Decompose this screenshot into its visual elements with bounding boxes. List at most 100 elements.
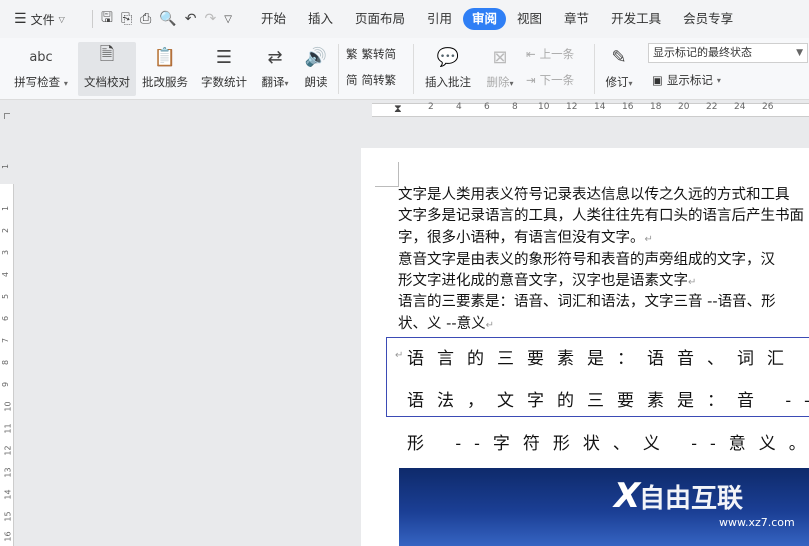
paragraph-line[interactable]: 形文字进化成的意音文字，汉字也是语素文字↵ (398, 271, 696, 294)
ruler-number: 8 (512, 102, 518, 112)
tab-insert[interactable]: 插入 (297, 8, 344, 30)
tab-view[interactable]: 视图 (506, 8, 553, 30)
revise-service-button[interactable]: 📋 批改服务 (140, 42, 190, 90)
paragraph-text: 字，很多小语种，有语言但没有文字。 (398, 230, 645, 246)
ruler-number: 6 (484, 102, 490, 112)
ruler-number: 3 (1, 249, 11, 256)
word-count-button[interactable]: ☰ 字数统计 (198, 42, 250, 90)
trad-to-simp-button[interactable]: 繁繁转简 (346, 46, 396, 62)
ribbon-tabs: 开始 插入 页面布局 引用 审阅 视图 章节 开发工具 会员专享 (250, 8, 744, 30)
proofread-icon: 🗎 (99, 44, 115, 65)
translate-button[interactable]: ⇄ 翻译▾ (256, 42, 294, 90)
tab-member[interactable]: 会员专享 (672, 8, 744, 30)
indent-marker-icon[interactable]: ⧗ (394, 102, 402, 116)
paragraph-line[interactable]: 语言的三要素是：语音、词汇和语法，文字三音 --语音、形 (398, 292, 776, 314)
ruler-number: 6 (1, 315, 11, 322)
markup-display-value: 显示标记的最终状态 (653, 46, 752, 59)
ruler-number: 8 (1, 359, 11, 366)
ruler-number: 16 (622, 102, 634, 112)
insert-comment-button[interactable]: 💬 插入批注 (420, 42, 476, 90)
ruler-corner (4, 113, 10, 119)
margin-corner-mark (398, 162, 399, 186)
ruler-number: 9 (1, 381, 11, 388)
ruler-number: 1 (1, 163, 11, 170)
paragraph-line[interactable]: 文字多是记录语言的工具，人类往往先有口头的语言后产生书面 (398, 206, 804, 228)
word-count-label: 字数统计 (201, 75, 247, 89)
chevron-down-icon: ▽ (58, 14, 65, 24)
undo-icon[interactable]: ↶ (185, 11, 197, 27)
show-markup-label: 显示标记 (666, 73, 713, 87)
ruler-number: 14 (3, 489, 13, 500)
ruler-number: 12 (3, 445, 13, 456)
track-changes-label: 修订 (605, 75, 629, 89)
chevron-down-icon: ▼ (796, 48, 803, 58)
paragraph-line[interactable]: 文字是人类用表义符号记录表达信息以传之久远的方式和工具 (398, 185, 790, 207)
paragraph-line[interactable]: 字，很多小语种，有语言但没有文字。↵ (398, 228, 653, 251)
ruler-number: 26 (762, 102, 774, 112)
read-aloud-label: 朗读 (304, 75, 328, 89)
tab-review[interactable]: 审阅 (463, 8, 507, 30)
abc-glyph: abc (29, 49, 53, 65)
show-markup-button[interactable]: ▣ 显示标记 ▾ (652, 72, 721, 88)
document-page[interactable]: 文字是人类用表义符号记录表达信息以传之久远的方式和工具 文字多是记录语言的工具，… (361, 148, 809, 546)
show-markup-icon: ▣ (652, 73, 663, 87)
trad-to-simp-label: 繁转简 (361, 47, 397, 61)
save-icon[interactable]: 🖫 (101, 7, 113, 31)
paragraph-mark-icon: ↵ (688, 277, 697, 288)
paragraph-line[interactable]: 状、义 --意义↵ (398, 314, 494, 337)
simp-to-trad-button[interactable]: 简简转繁 (346, 72, 396, 88)
paragraph-line[interactable]: 意音文字是由表义的象形符号和表音的声旁组成的文字，汉 (398, 250, 775, 272)
paragraph-mark-icon: ↵ (485, 320, 494, 331)
ruler-number: 4 (1, 271, 11, 278)
simp-to-trad-label: 简转繁 (361, 73, 397, 87)
tab-developer[interactable]: 开发工具 (600, 8, 672, 30)
customize-toolbar-icon[interactable]: ▽ (224, 14, 232, 25)
delete-label: 删除 (486, 75, 510, 89)
next-comment-button[interactable]: ⇥ 下一条 (526, 72, 574, 88)
menu-bar: ☰ 文件 ▽ 🖫 ⎘ ⎙ 🔍 ↶ ↷ ▽ 开始 插入 页面布局 引用 审阅 视图… (0, 0, 809, 38)
embedded-image[interactable]: X 自由互联 www.xz7.com (399, 468, 809, 546)
horizontal-ruler[interactable]: 2 4 6 8 10 12 14 16 18 20 22 24 26 ⧗ (0, 100, 809, 120)
print-icon[interactable]: ⎙ (140, 11, 151, 27)
simp-to-trad-icon: 简 (346, 73, 358, 87)
tab-section[interactable]: 章节 (553, 8, 600, 30)
redo-icon[interactable]: ↷ (205, 11, 217, 27)
revise-service-label: 批改服务 (142, 75, 188, 89)
doc-proofread-button[interactable]: 🗎 文档校对 (78, 42, 136, 96)
delete-comment-button[interactable]: ⊠ 删除▾ (480, 42, 520, 90)
tab-home[interactable]: 开始 (250, 8, 297, 30)
tab-references[interactable]: 引用 (416, 8, 463, 30)
vertical-ruler[interactable]: 1 1 2 3 4 5 6 7 8 9 10 11 12 13 14 15 16 (0, 120, 14, 546)
paragraph-mark-icon: ↵ (395, 350, 404, 361)
ruler-number: 13 (3, 467, 13, 478)
textbox-line: 语法，文字的三要素是：音 -- (407, 391, 809, 411)
paragraph-mark-icon: ↵ (644, 234, 653, 245)
ruler-number: 20 (678, 102, 690, 112)
paragraph-text: 状、义 --意义 (398, 316, 486, 332)
ruler-number: 18 (650, 102, 662, 112)
spaced-line[interactable]: 形 --字符形状、义 --意义。 (407, 429, 809, 454)
review-ribbon: abc 拼写检查 ▾ 🗎 文档校对 📋 批改服务 ☰ 字数统计 ⇄ 翻译▾ 🔊 … (0, 38, 809, 100)
print-preview-icon[interactable]: 🔍 (159, 11, 176, 27)
prev-comment-icon: ⇤ (526, 47, 536, 61)
text-box[interactable]: ↵ 语言的三要素是：语音、词汇 语法，文字的三要素是：音 -- (386, 337, 809, 417)
file-menu-button[interactable]: ☰ 文件 ▽ (14, 11, 84, 28)
spell-check-button[interactable]: abc 拼写检查 ▾ (10, 42, 72, 90)
read-aloud-button[interactable]: 🔊 朗读 (300, 42, 332, 90)
ruler-number: 24 (734, 102, 746, 112)
markup-display-dropdown[interactable]: 显示标记的最终状态 ▼ (648, 43, 808, 63)
ruler-number: 1 (1, 205, 11, 212)
track-changes-button[interactable]: ✎ 修订▾ (600, 42, 638, 90)
prev-comment-button[interactable]: ⇤ 上一条 (526, 46, 574, 62)
ruler-number: 22 (706, 102, 718, 112)
chevron-down-icon: ▾ (628, 79, 633, 88)
next-item-label: 下一条 (539, 73, 575, 87)
export-pdf-icon[interactable]: ⎘ (121, 11, 132, 27)
margin-corner-mark (375, 186, 399, 187)
tab-page-layout[interactable]: 页面布局 (344, 8, 416, 30)
ruler-number: 7 (1, 337, 11, 344)
ruler-number: 11 (3, 423, 13, 434)
word-count-icon: ☰ (215, 46, 233, 68)
chevron-down-icon: ▾ (716, 75, 721, 85)
track-changes-icon: ✎ (611, 46, 627, 68)
